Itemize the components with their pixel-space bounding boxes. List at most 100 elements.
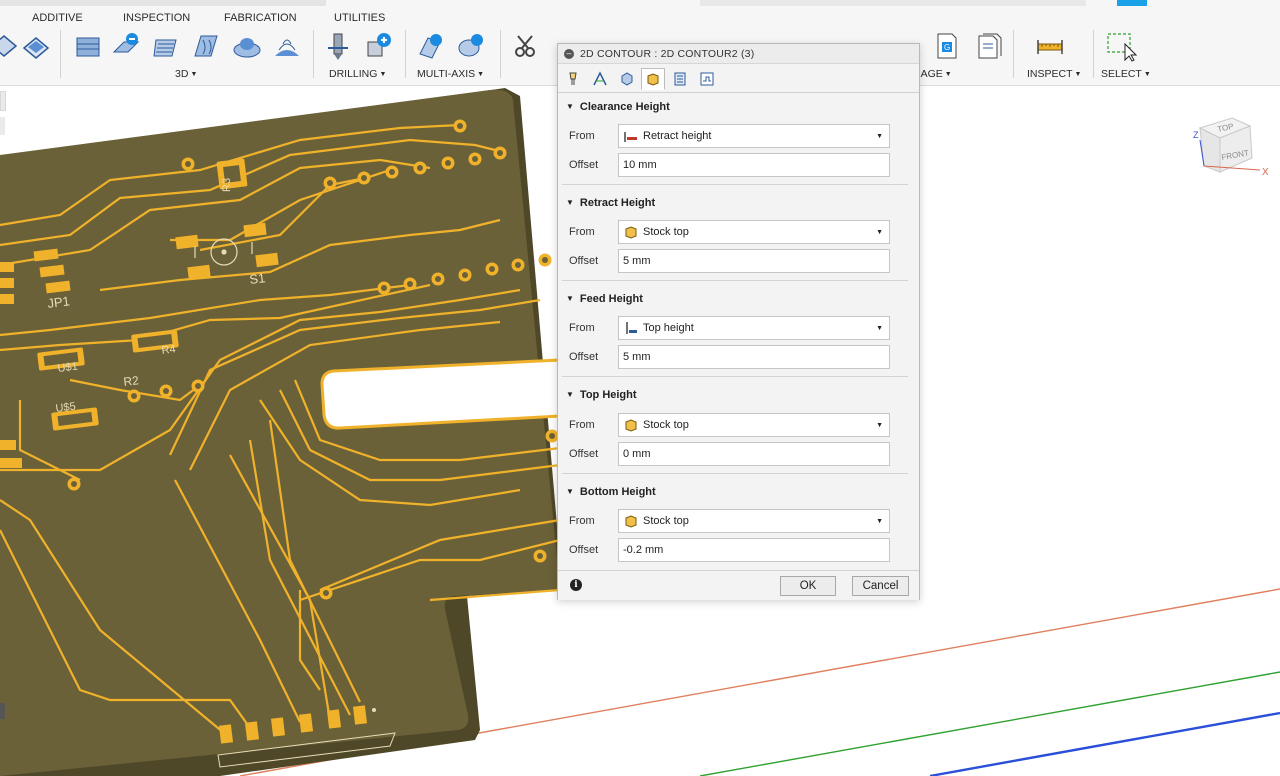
tab-passes-stock[interactable] (615, 68, 639, 90)
tab-geometry[interactable] (588, 68, 612, 90)
left-scroll-handle[interactable] (0, 703, 5, 719)
y-axis-line (699, 671, 1280, 776)
tool-icon (569, 72, 577, 85)
top-from-value: Stock top (643, 419, 689, 431)
swarf-icon[interactable] (414, 30, 446, 62)
ok-button[interactable]: OK (780, 576, 836, 596)
section-title: Feed Height (579, 293, 643, 305)
retract-offset-input[interactable] (618, 249, 890, 273)
stock-top-icon (625, 226, 637, 239)
collapse-icon[interactable]: – (564, 49, 574, 59)
clearance-from-value: Retract height (643, 130, 712, 142)
bottom-offset-input[interactable] (618, 538, 890, 562)
section-top-height[interactable]: ▼ Top Height (566, 389, 637, 401)
top-offset-input[interactable] (618, 442, 890, 466)
label-us1: U$1 (57, 361, 78, 375)
tab-linking[interactable] (695, 68, 719, 90)
section-divider (562, 280, 908, 281)
toolbar-separator (1013, 30, 1014, 78)
offset-label: Offset (569, 351, 599, 363)
pocket-3d-icon[interactable] (20, 30, 52, 62)
cancel-button[interactable]: Cancel (852, 576, 909, 596)
feed-from-select[interactable]: Top height ▼ (618, 316, 890, 340)
tab-inspection[interactable]: INSPECTION (123, 12, 190, 24)
tab-heights[interactable] (641, 68, 665, 90)
top-from-select[interactable]: Stock top ▼ (618, 413, 890, 437)
label-us5: U$5 (55, 401, 76, 415)
contour-dialog: – 2D CONTOUR : 2D CONTOUR2 (3) ▼ Clearan… (557, 43, 920, 600)
group-3d[interactable]: 3D ▼ (175, 68, 197, 80)
stock-top-icon (625, 515, 637, 528)
from-label: From (569, 515, 595, 527)
section-title: Retract Height (579, 197, 656, 209)
group-inspect[interactable]: INSPECT ▼ (1027, 68, 1081, 80)
from-label: From (569, 130, 595, 142)
section-retract-height[interactable]: ▼ Retract Height (566, 197, 655, 209)
setup-sheet-icon[interactable]: G (930, 30, 962, 62)
clearance-from-select[interactable]: Retract height ▼ (618, 124, 890, 148)
label-s1: S1 (249, 270, 267, 287)
stock-top-icon (625, 419, 637, 432)
group-multi-axis[interactable]: MULTI-AXIS ▼ (417, 68, 484, 80)
dialog-title-bar[interactable]: – 2D CONTOUR : 2D CONTOUR2 (3) (558, 44, 919, 64)
group-inspect-label: INSPECT (1027, 68, 1073, 80)
from-label: From (569, 322, 595, 334)
section-title: Bottom Height (579, 486, 656, 498)
retract-from-value: Stock top (643, 226, 689, 238)
drill-icon[interactable] (322, 30, 354, 62)
feed-offset-input[interactable] (618, 345, 890, 369)
templates-icon[interactable] (973, 30, 1005, 62)
hole-recognition-icon[interactable] (362, 30, 394, 62)
chevron-down-icon: ▼ (876, 324, 883, 332)
section-feed-height[interactable]: ▼ Feed Height (566, 293, 643, 305)
toolbar-separator (500, 30, 501, 78)
browser-panel-edge (0, 117, 5, 135)
view-cube[interactable]: TOP FRONT Z X (1192, 110, 1272, 190)
bottom-from-select[interactable]: Stock top ▼ (618, 509, 890, 533)
stock-icon (621, 72, 633, 86)
clearance-offset-input[interactable] (618, 153, 890, 177)
heights-icon (647, 73, 659, 86)
spiral-icon[interactable] (271, 30, 303, 62)
parallel-icon[interactable] (150, 30, 182, 62)
scallop-icon[interactable] (191, 30, 223, 62)
select-window-icon[interactable] (1105, 30, 1137, 62)
pcb-board (0, 89, 560, 776)
active-accent (1117, 0, 1147, 6)
section-bottom-height[interactable]: ▼ Bottom Height (566, 486, 656, 498)
radial-icon[interactable] (231, 30, 263, 62)
tab-additive[interactable]: ADDITIVE (32, 12, 83, 24)
group-drilling[interactable]: DRILLING ▼ (329, 68, 386, 80)
bottom-from-value: Stock top (643, 515, 689, 527)
tab-fabrication[interactable]: FABRICATION (224, 12, 297, 24)
contour-3d-icon[interactable] (0, 30, 20, 62)
offset-label: Offset (569, 544, 599, 556)
z-axis-line (929, 711, 1280, 776)
adaptive-clearing-icon[interactable] (72, 30, 104, 62)
measure-icon[interactable] (1034, 30, 1066, 62)
retract-from-select[interactable]: Stock top ▼ (618, 220, 890, 244)
view-cube-x-label: X (1262, 167, 1269, 178)
tab-tool[interactable] (561, 68, 585, 90)
board-slot (320, 358, 562, 430)
browser-panel-toggle[interactable] (0, 91, 6, 111)
tab-strip (0, 0, 326, 6)
multi-axis-contour-icon[interactable] (455, 30, 487, 62)
tab-passes[interactable] (668, 68, 692, 90)
section-clearance-height[interactable]: ▼ Clearance Height (566, 101, 670, 113)
label-jp1: JP1 (47, 293, 71, 311)
steep-and-shallow-icon[interactable] (110, 30, 142, 62)
section-divider (562, 473, 908, 474)
trim-icon[interactable] (510, 30, 542, 62)
chevron-down-icon: ▼ (876, 517, 883, 525)
info-icon[interactable]: i (570, 579, 582, 591)
toolbar-separator (313, 30, 314, 78)
chevron-down-icon: ▼ (876, 132, 883, 140)
tab-utilities[interactable]: UTILITIES (334, 12, 385, 24)
label-r3: R3 (221, 178, 233, 192)
group-select[interactable]: SELECT ▼ (1101, 68, 1151, 80)
section-title: Clearance Height (579, 101, 670, 113)
toolbar-separator (1093, 30, 1094, 78)
app-window: ADDITIVE INSPECTION FABRICATION UTILITIE… (0, 0, 1280, 776)
group-multi-axis-label: MULTI-AXIS (417, 68, 476, 80)
